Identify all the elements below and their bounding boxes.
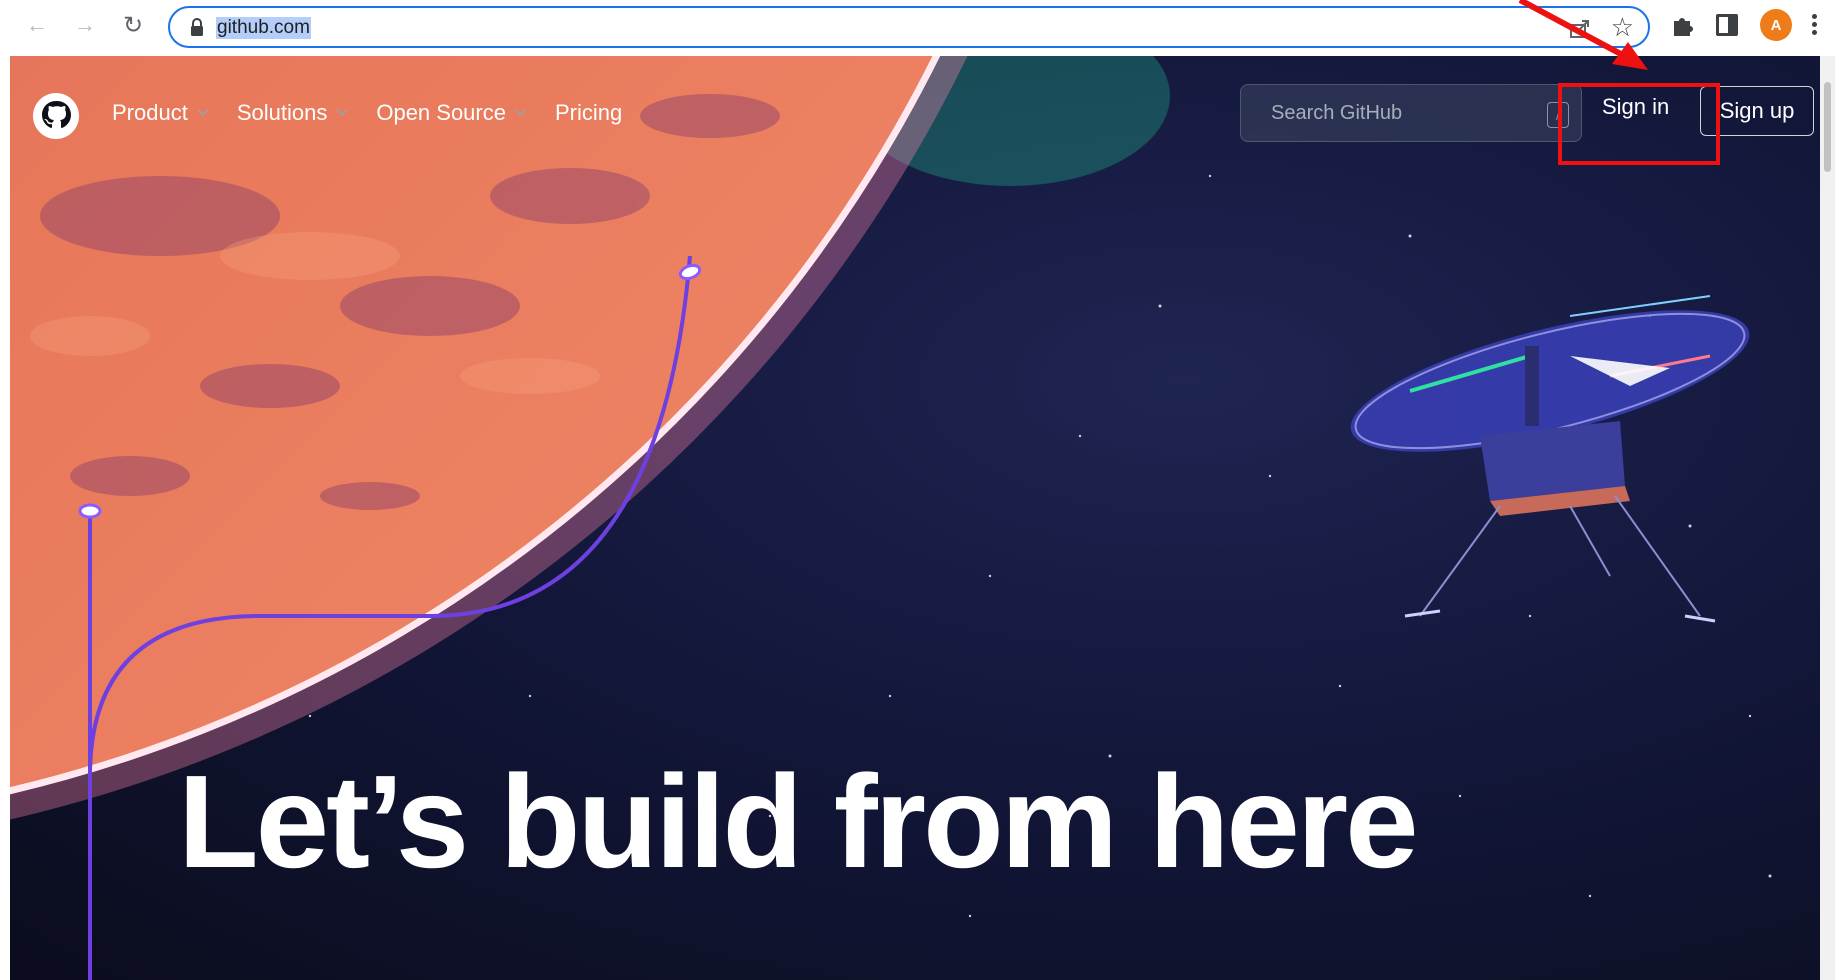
address-bar[interactable]: github.com ☆: [168, 6, 1650, 48]
profile-avatar[interactable]: A: [1760, 9, 1792, 41]
nav-pricing[interactable]: Pricing: [555, 100, 622, 126]
puzzle-icon[interactable]: [1670, 12, 1696, 38]
page-viewport: Product Solutions Open Source Pricing Se…: [10, 56, 1820, 980]
nav-pricing-label: Pricing: [554, 100, 623, 125]
url-text[interactable]: github.com: [216, 17, 311, 39]
nav-solutions-label: Solutions: [236, 100, 328, 125]
github-main-nav: Product Solutions Open Source Pricing: [112, 100, 650, 126]
hero-title: Let’s build from here: [178, 748, 1419, 895]
side-panel-icon[interactable]: [1716, 14, 1738, 36]
page-scrollbar[interactable]: [1820, 56, 1835, 980]
reload-icon[interactable]: ↻: [118, 10, 148, 40]
share-icon[interactable]: [1568, 16, 1592, 40]
search-input[interactable]: Search GitHub /: [1240, 84, 1582, 142]
arrow-right-icon[interactable]: →: [70, 10, 100, 40]
search-placeholder: Search GitHub: [1271, 102, 1403, 124]
scrollbar-thumb[interactable]: [1824, 82, 1831, 172]
chevron-down-icon: [336, 109, 348, 117]
arrow-left-icon[interactable]: ←: [22, 10, 52, 40]
chevron-down-icon: [197, 109, 209, 117]
nav-product-label: Product: [112, 100, 188, 125]
browser-toolbar: ← → ↻ github.com ☆ A: [0, 0, 1835, 56]
sign-in-highlight-box: [1558, 83, 1720, 165]
lock-icon[interactable]: [190, 18, 204, 36]
nav-solutions[interactable]: Solutions: [237, 100, 349, 126]
nav-product[interactable]: Product: [112, 100, 209, 126]
github-logo-icon[interactable]: [32, 92, 80, 140]
kebab-menu-icon[interactable]: [1812, 14, 1820, 38]
nav-open-source-label: Open Source: [376, 100, 506, 125]
chevron-down-icon: [515, 109, 527, 117]
star-icon[interactable]: ☆: [1611, 12, 1634, 42]
nav-open-source[interactable]: Open Source: [376, 100, 527, 126]
